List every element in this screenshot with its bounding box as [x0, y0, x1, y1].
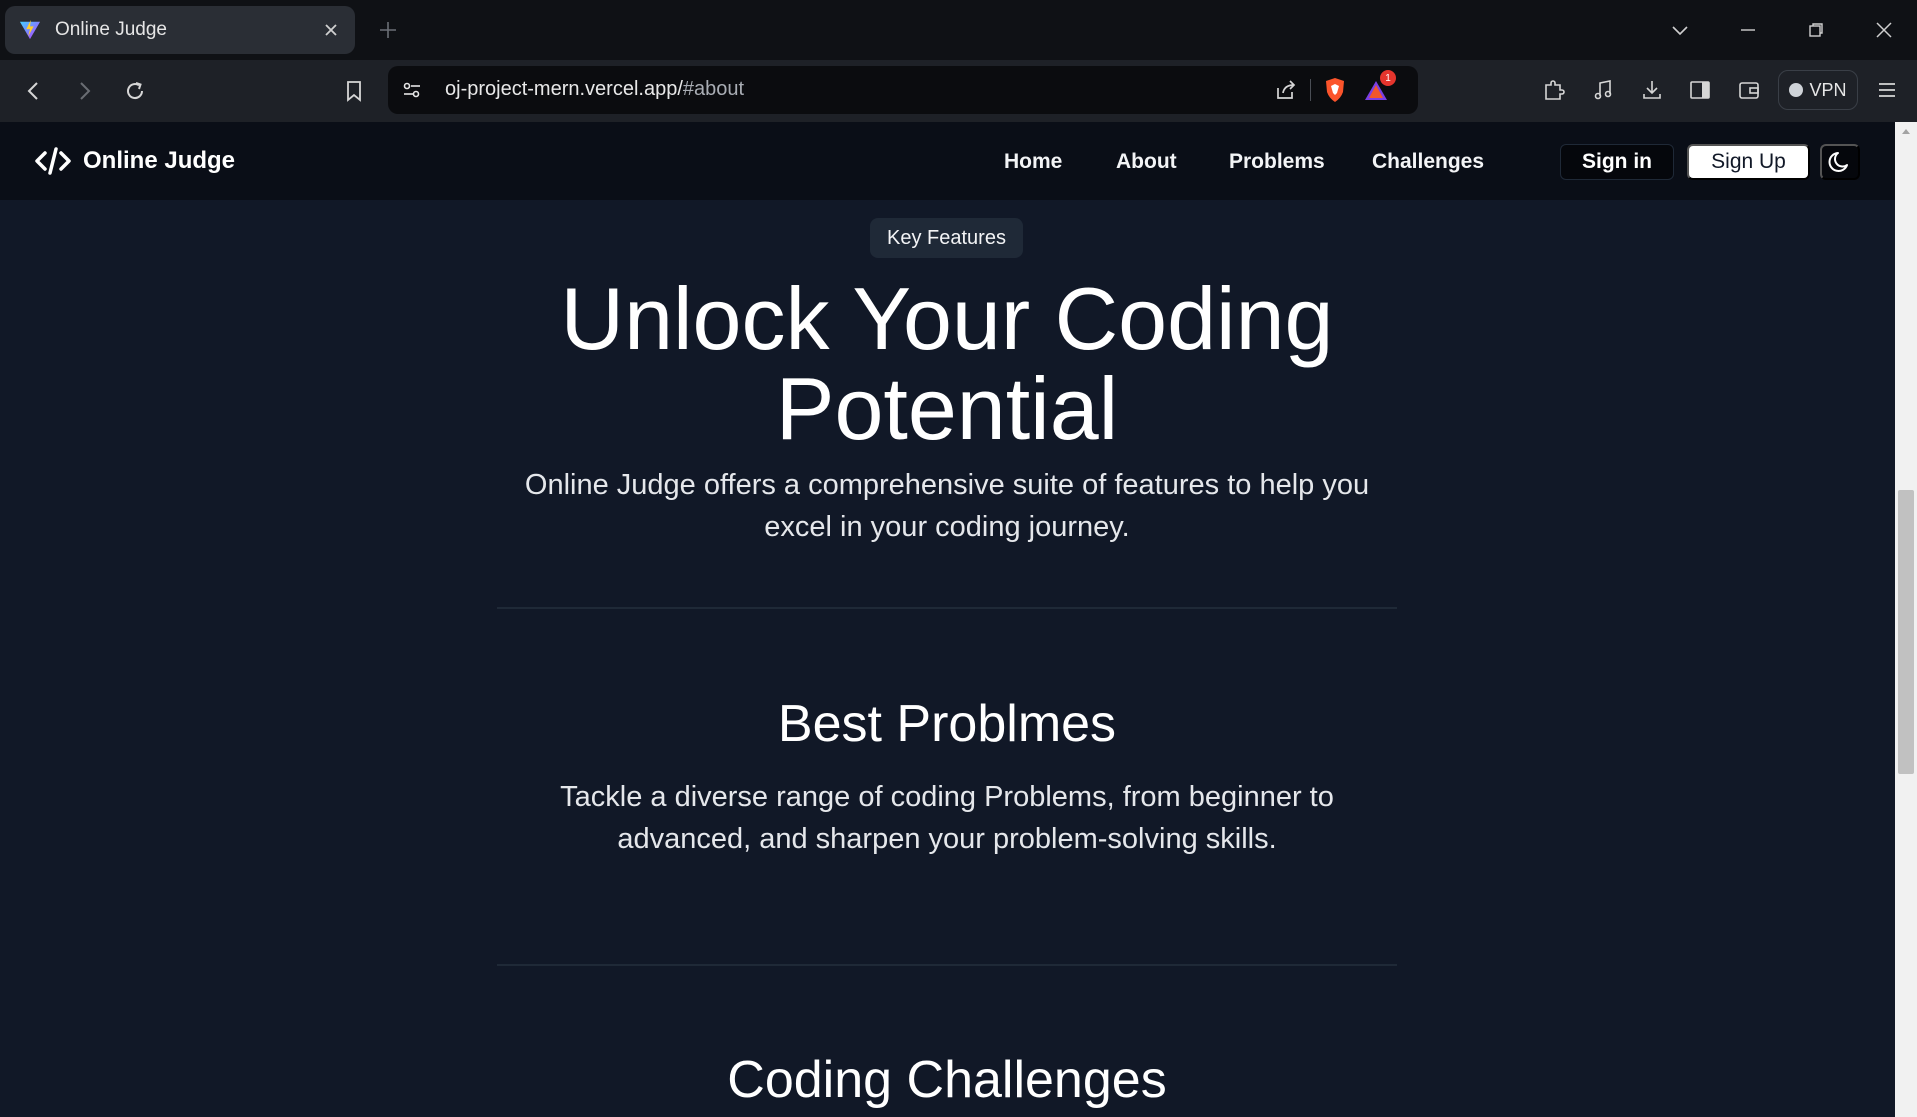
brave-shields-icon[interactable]: [1321, 76, 1349, 104]
media-icon[interactable]: [1589, 76, 1617, 104]
sign-in-button[interactable]: Sign in: [1560, 144, 1674, 180]
notification-badge: 1: [1380, 70, 1396, 86]
share-icon[interactable]: [1272, 76, 1300, 104]
page-scrollbar-thumb[interactable]: [1898, 490, 1914, 774]
tab-list-chevron-icon[interactable]: [1668, 18, 1692, 42]
vpn-button[interactable]: VPN: [1778, 70, 1858, 110]
sign-up-button[interactable]: Sign Up: [1687, 144, 1810, 180]
page-viewport: Online Judge Home About Problems Challen…: [0, 122, 1895, 1117]
brand-logo[interactable]: Online Judge: [35, 146, 235, 176]
browser-tab[interactable]: Online Judge: [5, 6, 355, 54]
address-bar[interactable]: oj-project-mern.vercel.app/#about 1: [388, 66, 1418, 114]
vpn-status-icon: [1789, 83, 1804, 97]
hero-title: Unlock Your Coding Potential: [560, 269, 1334, 458]
download-icon[interactable]: [1638, 76, 1666, 104]
forward-icon[interactable]: [70, 77, 98, 105]
sidebar-toggle-icon[interactable]: [1686, 76, 1714, 104]
nav-link-about[interactable]: About: [1116, 150, 1177, 174]
section-divider: [497, 607, 1397, 609]
nav-link-problems[interactable]: Problems: [1229, 150, 1325, 174]
vite-favicon-icon: [19, 19, 41, 40]
feature-title-challenges: Coding Challenges: [727, 1051, 1167, 1109]
vpn-label: VPN: [1809, 79, 1847, 100]
back-icon[interactable]: [20, 77, 48, 105]
browser-tabstrip: Online Judge: [0, 0, 1917, 60]
url-separator: [1310, 79, 1311, 101]
tab-close-icon[interactable]: [321, 20, 341, 40]
site-navbar: Online Judge Home About Problems Challen…: [0, 122, 1895, 200]
hero-subtitle: Online Judge offers a comprehensive suit…: [524, 469, 1370, 543]
scroll-up-icon[interactable]: [1898, 124, 1914, 138]
site-settings-icon[interactable]: [398, 76, 426, 104]
section-divider: [497, 964, 1397, 966]
moon-icon: [1828, 152, 1848, 172]
url-path: #about: [682, 78, 745, 100]
feature-desc-problems: Tackle a diverse range of coding Problem…: [560, 781, 1334, 855]
nav-link-home[interactable]: Home: [1004, 150, 1062, 174]
url-text: oj-project-mern.vercel.app/#about: [445, 78, 744, 101]
extensions-icon[interactable]: [1540, 76, 1568, 104]
minimize-icon[interactable]: [1736, 18, 1760, 42]
menu-icon[interactable]: [1873, 76, 1901, 104]
reload-icon[interactable]: [121, 77, 149, 105]
code-icon: [35, 147, 71, 175]
nav-link-challenges[interactable]: Challenges: [1372, 150, 1484, 174]
url-host: oj-project-mern.vercel.app/: [445, 78, 683, 100]
wallet-icon[interactable]: [1735, 76, 1763, 104]
close-window-icon[interactable]: [1872, 18, 1896, 42]
restore-icon[interactable]: [1804, 18, 1828, 42]
new-tab-icon[interactable]: [376, 18, 400, 42]
key-features-badge: Key Features: [870, 218, 1023, 258]
brand-name: Online Judge: [83, 147, 236, 174]
theme-toggle-button[interactable]: [1820, 144, 1860, 180]
bookmark-icon[interactable]: [340, 77, 368, 105]
tab-title: Online Judge: [55, 19, 167, 40]
feature-title-problems: Best Problmes: [777, 695, 1117, 753]
